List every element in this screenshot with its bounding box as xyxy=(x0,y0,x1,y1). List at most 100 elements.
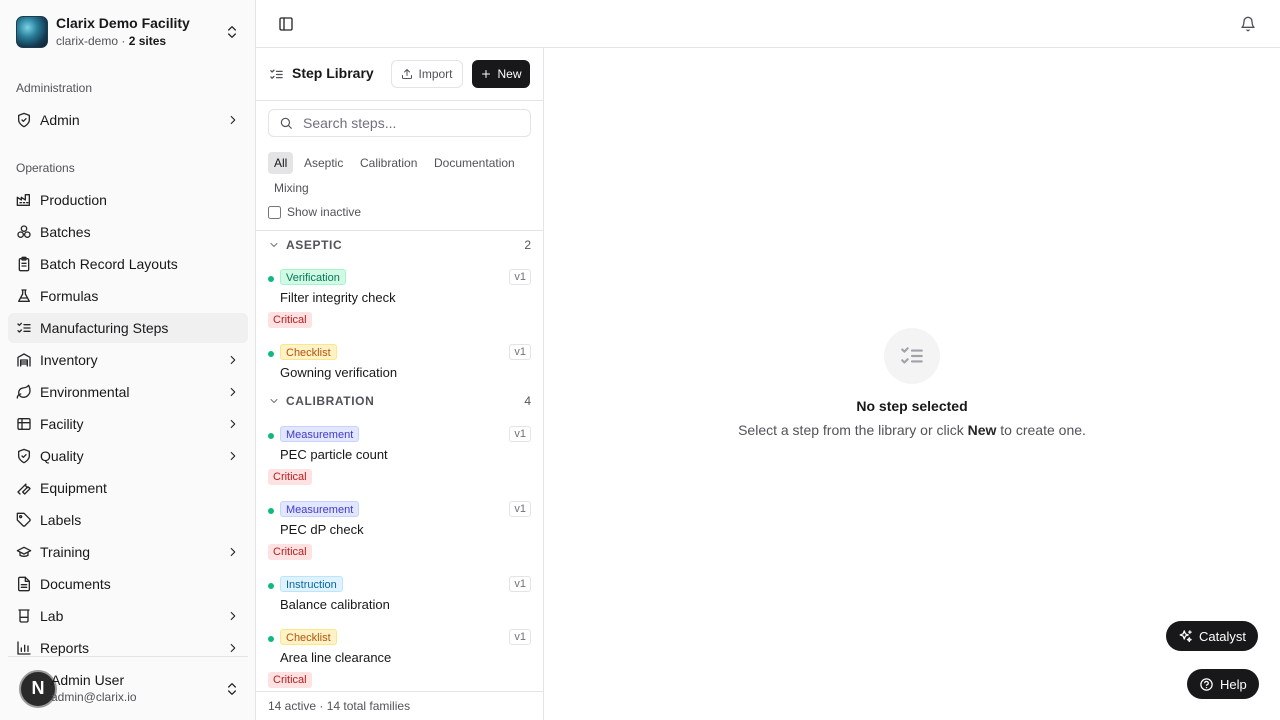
sidebar-item-label: Inventory xyxy=(40,352,98,368)
sidebar-item-batch-record-layouts[interactable]: Batch Record Layouts xyxy=(8,249,248,279)
search-box xyxy=(268,109,531,137)
filter-documentation[interactable]: Documentation xyxy=(428,152,521,174)
step-type-badge: Instruction xyxy=(280,576,343,592)
sidebar-item-label: Lab xyxy=(40,608,64,624)
new-step-button[interactable]: New xyxy=(472,60,530,88)
user-menu[interactable]: N Admin User admin@clarix.io xyxy=(8,656,248,720)
plus-icon xyxy=(482,70,491,78)
chevrons-up-down-icon xyxy=(228,682,236,695)
help-button[interactable]: Help xyxy=(1187,669,1259,699)
sidebar-item-inventory[interactable]: Inventory xyxy=(8,345,248,375)
sparkles-icon xyxy=(1179,629,1192,642)
flask-icon xyxy=(18,289,30,302)
active-status-dot xyxy=(268,351,274,357)
list-item[interactable]: Measurement v1 PEC dP check Critical xyxy=(256,501,543,561)
empty-state-subtitle: Select a step from the library or click … xyxy=(738,422,1086,438)
step-detail-empty-state: No step selected Select a step from the … xyxy=(544,48,1280,720)
list-item[interactable]: Verification v1 Filter integrity check C… xyxy=(256,269,543,329)
filter-calibration[interactable]: Calibration xyxy=(354,152,423,174)
facility-switcher[interactable]: Clarix Demo Facility clarix-demo · 2 sit… xyxy=(8,8,248,56)
chevron-right-icon xyxy=(230,611,236,621)
sidebar-item-label: Manufacturing Steps xyxy=(40,320,169,336)
critical-badge: Critical xyxy=(268,469,312,485)
list-item[interactable]: Checklist v1 Area line clearance Critica… xyxy=(256,629,543,689)
version-badge: v1 xyxy=(509,501,531,517)
clipboard-list-icon xyxy=(18,256,30,272)
user-email: admin@clarix.io xyxy=(51,689,137,704)
step-name: Filter integrity check xyxy=(280,290,396,305)
sidebar-item-labels[interactable]: Labels xyxy=(8,505,248,535)
sidebar-item-label: Environmental xyxy=(40,384,130,400)
category-header-calibration[interactable]: CALIBRATION 4 xyxy=(256,387,543,415)
topbar xyxy=(256,0,1280,48)
critical-badge: Critical xyxy=(268,312,312,328)
sidebar-item-admin[interactable]: Admin xyxy=(8,105,248,135)
sidebar-toggle-icon[interactable] xyxy=(278,16,294,32)
group-label-operations: Operations xyxy=(16,161,75,175)
building-icon xyxy=(17,418,31,430)
empty-state-badge xyxy=(884,328,940,384)
tag-icon xyxy=(16,512,31,527)
sidebar-item-production[interactable]: Production xyxy=(8,185,248,215)
sidebar-item-label: Labels xyxy=(40,512,82,528)
list-item[interactable]: Checklist v1 Gowning verification xyxy=(256,344,543,384)
sidebar-item-label: Equipment xyxy=(40,480,107,496)
list-checks-icon xyxy=(17,322,31,333)
sidebar-item-batches[interactable]: Batches xyxy=(8,217,248,247)
sidebar-item-label: Batch Record Layouts xyxy=(40,256,178,272)
sidebar-item-facility[interactable]: Facility xyxy=(8,409,248,439)
list-checks-icon xyxy=(270,69,283,79)
library-title: Step Library xyxy=(292,65,374,81)
sidebar-item-manufacturing-steps[interactable]: Manufacturing Steps xyxy=(8,313,248,343)
category-header-aseptic[interactable]: ASEPTIC 2 xyxy=(256,231,543,259)
sidebar-item-quality[interactable]: Quality xyxy=(8,441,248,471)
active-status-dot xyxy=(268,433,274,439)
sidebar-item-label: Facility xyxy=(40,416,84,432)
sidebar-item-equipment[interactable]: Equipment xyxy=(8,473,248,503)
empty-state-title: No step selected xyxy=(856,398,968,414)
chevron-right-icon xyxy=(230,451,236,461)
filter-aseptic[interactable]: Aseptic xyxy=(298,152,349,174)
show-inactive-toggle[interactable]: Show inactive xyxy=(268,205,361,219)
facility-logo xyxy=(16,16,48,48)
sidebar-item-label: Formulas xyxy=(40,288,99,304)
step-list: ASEPTIC 2 Verification v1 Filter integri… xyxy=(256,230,543,688)
leaf-icon xyxy=(16,384,31,399)
search-input[interactable] xyxy=(303,115,523,131)
critical-badge: Critical xyxy=(268,544,312,560)
chevron-down-icon xyxy=(270,399,278,403)
step-name: Gowning verification xyxy=(280,365,398,380)
show-inactive-checkbox[interactable] xyxy=(268,205,281,219)
chevron-right-icon xyxy=(230,355,236,365)
sidebar-item-lab[interactable]: Lab xyxy=(8,601,248,631)
beaker-icon xyxy=(18,609,30,623)
sidebar-item-documents[interactable]: Documents xyxy=(8,569,248,599)
wrench-icon xyxy=(17,483,31,495)
version-badge: v1 xyxy=(509,344,531,360)
filter-all[interactable]: All xyxy=(268,152,294,174)
chevron-down-icon xyxy=(270,243,278,247)
step-type-badge: Checklist xyxy=(280,344,337,360)
chevron-right-icon xyxy=(230,643,236,653)
chevron-right-icon xyxy=(230,387,236,397)
facility-subtitle: clarix-demo · 2 sites xyxy=(56,34,167,49)
catalyst-button[interactable]: Catalyst xyxy=(1166,621,1258,651)
facility-name: Clarix Demo Facility xyxy=(56,15,190,32)
bell-icon[interactable] xyxy=(1240,16,1256,32)
step-name: Area line clearance xyxy=(280,650,392,665)
factory-icon xyxy=(16,194,30,206)
sidebar-item-environmental[interactable]: Environmental xyxy=(8,377,248,407)
filter-mixing[interactable]: Mixing xyxy=(268,177,315,199)
sidebar-item-formulas[interactable]: Formulas xyxy=(8,281,248,311)
critical-badge: Critical xyxy=(268,672,312,688)
active-status-dot xyxy=(268,508,274,514)
list-item[interactable]: Instruction v1 Balance calibration xyxy=(256,576,543,616)
file-text-icon xyxy=(18,576,30,592)
sidebar-item-training[interactable]: Training xyxy=(8,537,248,567)
step-type-badge: Measurement xyxy=(280,426,360,442)
active-status-dot xyxy=(268,583,274,589)
import-button[interactable]: Import xyxy=(391,60,463,88)
list-item[interactable]: Measurement v1 PEC particle count Critic… xyxy=(256,426,543,486)
user-name: Admin User xyxy=(51,672,125,689)
sidebar-item-label: Admin xyxy=(40,112,80,128)
